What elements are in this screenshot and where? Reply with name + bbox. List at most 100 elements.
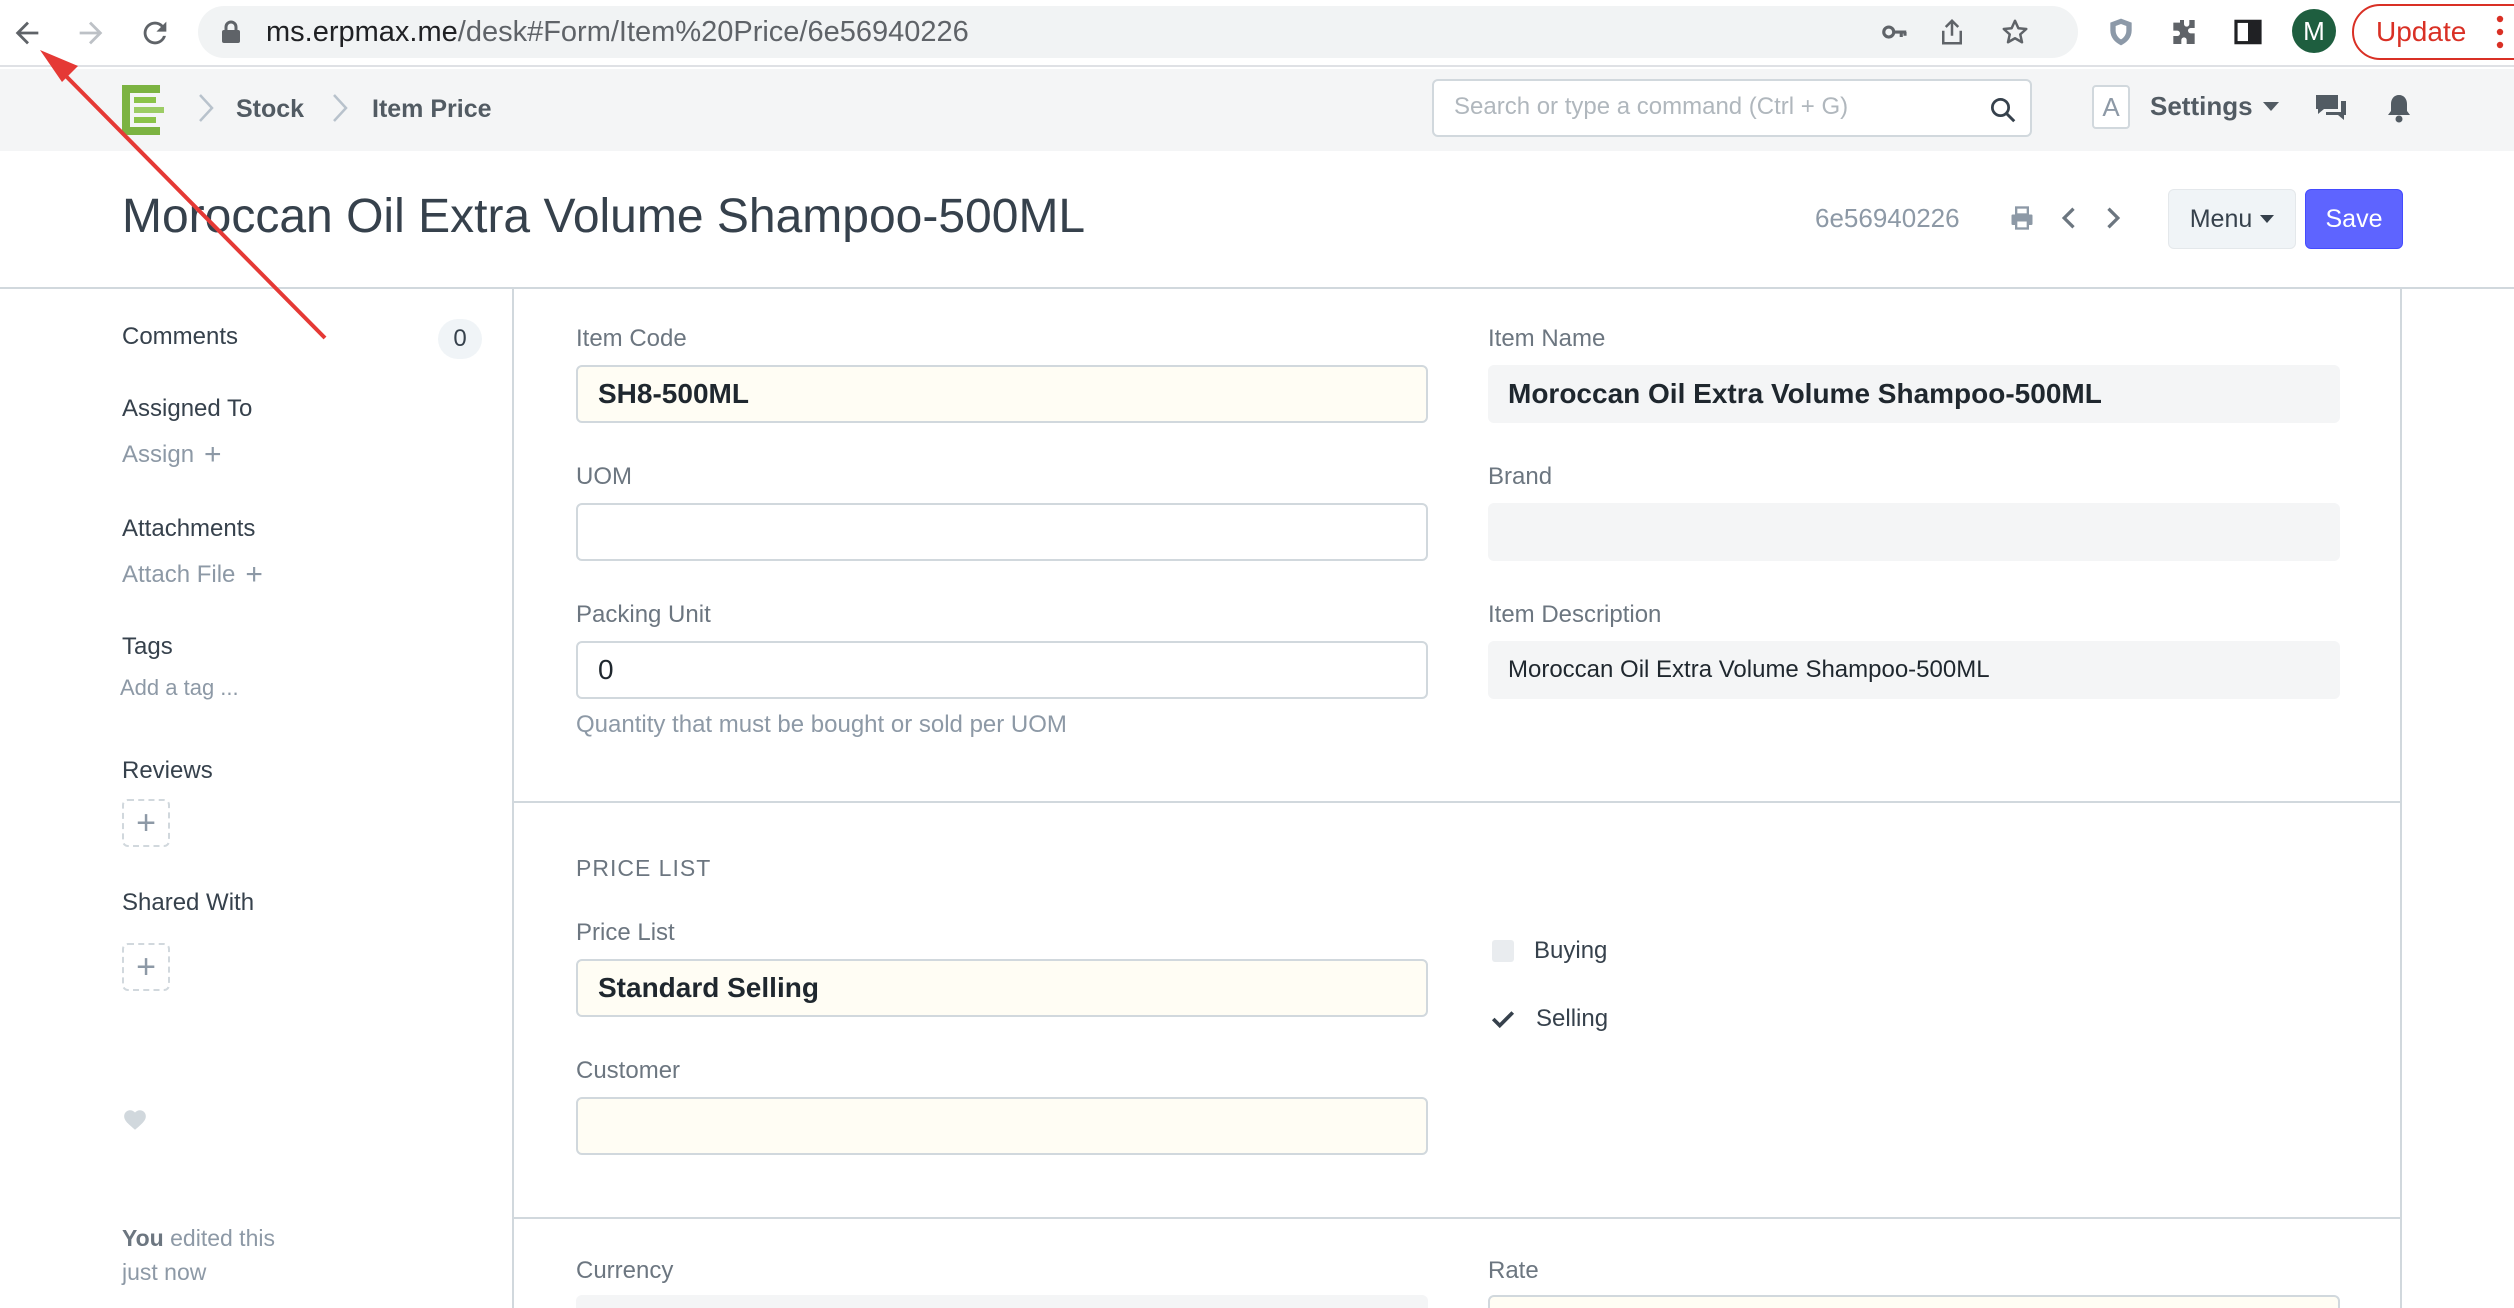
plus-icon: + <box>204 438 222 471</box>
item-description-field: Moroccan Oil Extra Volume Shampoo-500ML <box>1488 641 2340 699</box>
puzzle-extensions-icon[interactable] <box>2164 12 2204 52</box>
edited-text: edited this <box>170 1225 275 1251</box>
settings-dropdown[interactable]: Settings <box>2150 91 2279 122</box>
next-doc-icon[interactable] <box>2096 201 2128 235</box>
lock-icon <box>222 20 240 43</box>
url-path: /desk#Form/Item%20Price/6e56940226 <box>457 16 969 48</box>
item-description-label: Item Description <box>1488 601 1662 628</box>
chat-icon[interactable] <box>2312 91 2350 127</box>
search-input[interactable] <box>1454 93 1974 121</box>
breadcrumb-item-price[interactable]: Item Price <box>372 93 492 125</box>
item-code-label: Item Code <box>576 325 687 352</box>
chevron-right-icon <box>199 94 214 122</box>
comments-count-badge: 0 <box>438 319 482 359</box>
item-name-label: Item Name <box>1488 325 1606 352</box>
buying-checkbox[interactable]: Buying <box>1492 937 1607 965</box>
reload-button[interactable] <box>130 8 180 58</box>
assign-link[interactable]: Assign + <box>122 438 222 471</box>
price-list-section-heading: PRICE LIST <box>576 855 712 881</box>
forward-arrow-icon <box>79 21 103 45</box>
update-label: Update <box>2376 16 2467 47</box>
add-share-button[interactable]: + <box>122 943 170 991</box>
selling-checkbox[interactable]: Selling <box>1490 1005 1608 1033</box>
tags-label: Tags <box>122 633 173 660</box>
caret-down-icon <box>2262 102 2279 111</box>
shared-with-label: Shared With <box>122 889 255 916</box>
browser-toolbar: ms.erpmax.me/desk#Form/Item%20Price/6e56… <box>0 0 2514 67</box>
breadcrumb-stock[interactable]: Stock <box>236 93 304 125</box>
rate-label: Rate <box>1488 1257 1539 1284</box>
notification-bell-icon[interactable] <box>2380 91 2418 127</box>
awesome-bar[interactable] <box>1432 79 2032 137</box>
address-bar[interactable]: ms.erpmax.me/desk#Form/Item%20Price/6e56… <box>198 6 2078 58</box>
add-review-button[interactable]: + <box>122 799 170 847</box>
packing-unit-field[interactable]: 0 <box>576 641 1428 699</box>
previous-doc-icon[interactable] <box>2054 201 2086 235</box>
profile-avatar[interactable]: M <box>2292 9 2336 53</box>
section-divider <box>514 801 2402 803</box>
chevron-right-icon <box>333 94 348 122</box>
search-icon <box>1991 98 2016 123</box>
more-vert-icon[interactable] <box>2496 14 2504 50</box>
heart-like-icon[interactable] <box>122 1107 148 1133</box>
last-edited-info: You edited this just now <box>122 1221 362 1289</box>
erp-logo-icon[interactable] <box>120 83 172 137</box>
page-header: Moroccan Oil Extra Volume Shampoo-500ML … <box>0 151 2514 289</box>
brand-label: Brand <box>1488 463 1553 490</box>
reload-icon <box>143 21 167 45</box>
document-id: 6e56940226 <box>1815 203 1960 233</box>
customer-field[interactable] <box>576 1097 1428 1155</box>
add-tag-label: Add a tag ... <box>120 675 239 700</box>
back-button[interactable] <box>2 8 52 58</box>
price-list-label: Price List <box>576 919 675 946</box>
currency-label: Currency <box>576 1257 674 1284</box>
price-list-field[interactable]: Standard Selling <box>576 959 1428 1017</box>
comments-label[interactable]: Comments <box>122 323 238 351</box>
selling-label: Selling <box>1536 1005 1609 1032</box>
attach-file-label: Attach File <box>122 561 236 588</box>
assigned-to-label: Assigned To <box>122 395 253 422</box>
unchecked-box-icon <box>1492 940 1514 962</box>
customer-label: Customer <box>576 1057 681 1084</box>
print-icon[interactable] <box>2006 201 2038 235</box>
packing-unit-help: Quantity that must be bought or sold per… <box>576 711 1067 738</box>
app-navbar: Stock Item Price A Settings <box>0 69 2514 151</box>
attachments-label: Attachments <box>122 515 256 542</box>
settings-label: Settings <box>2150 91 2253 121</box>
back-arrow-icon <box>15 21 39 45</box>
edited-when: just now <box>122 1259 207 1285</box>
packing-unit-label: Packing Unit <box>576 601 711 628</box>
url-text: ms.erpmax.me/desk#Form/Item%20Price/6e56… <box>266 16 969 48</box>
update-button[interactable]: Update <box>2352 4 2514 60</box>
form-layout: Item Code SH8-500ML Item Name Moroccan O… <box>512 289 2402 1308</box>
assign-label: Assign <box>122 441 195 468</box>
star-icon[interactable] <box>1998 15 2032 49</box>
side-panel-icon[interactable] <box>2228 12 2268 52</box>
item-code-field[interactable]: SH8-500ML <box>576 365 1428 423</box>
forward-button[interactable] <box>66 8 116 58</box>
url-host: ms.erpmax.me <box>266 16 458 48</box>
caret-down-icon <box>2260 215 2275 223</box>
user-avatar[interactable]: A <box>2092 85 2130 129</box>
currency-field <box>576 1295 1428 1308</box>
uom-label: UOM <box>576 463 632 490</box>
menu-label: Menu <box>2189 204 2253 233</box>
page-title: Moroccan Oil Extra Volume Shampoo-500ML <box>122 190 1086 243</box>
edited-by: You <box>122 1225 164 1251</box>
buying-label: Buying <box>1534 937 1608 964</box>
shield-extension-icon[interactable] <box>2101 12 2141 52</box>
menu-button[interactable]: Menu <box>2168 189 2296 249</box>
share-icon[interactable] <box>1935 15 1969 49</box>
plus-icon: + <box>245 558 263 591</box>
plus-icon: + <box>136 803 156 842</box>
brand-field <box>1488 503 2340 561</box>
save-button[interactable]: Save <box>2305 189 2403 249</box>
item-name-field: Moroccan Oil Extra Volume Shampoo-500ML <box>1488 365 2340 423</box>
section-divider <box>514 1217 2402 1219</box>
add-tag-link[interactable]: Add a tag ... <box>120 675 239 701</box>
attach-file-link[interactable]: Attach File + <box>122 558 263 591</box>
form-sidebar: Comments 0 Assigned To Assign + Attachme… <box>0 289 512 1308</box>
rate-field[interactable] <box>1488 1295 2340 1308</box>
key-icon[interactable] <box>1878 15 1912 49</box>
uom-field[interactable] <box>576 503 1428 561</box>
